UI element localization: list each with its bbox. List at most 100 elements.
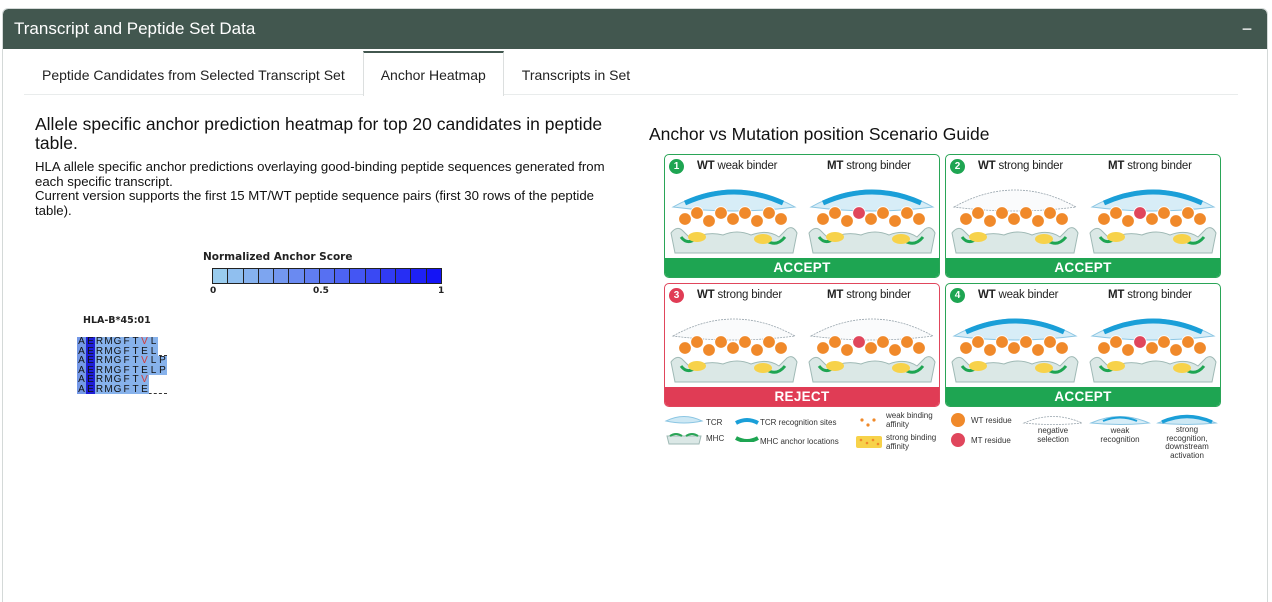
weak-recognition-icon <box>1089 416 1151 425</box>
heatmap-cell: R <box>95 384 104 394</box>
scale-swatch <box>319 269 336 283</box>
heatmap-cell: M <box>104 346 113 356</box>
legend-mhc-anchor: MHC anchor locations <box>760 437 839 446</box>
affinity-icon <box>856 418 882 448</box>
heatmap-cell: A <box>77 346 86 356</box>
card-title: Transcript and Peptide Set Data <box>14 19 256 38</box>
scenario-guide: 1 WT weak binder MT strong binder ACCEPT… <box>664 154 1222 466</box>
heatmap-row: AERMGFTE <box>77 384 167 394</box>
heatmap-cell: R <box>95 346 104 356</box>
scale-swatch <box>411 269 427 283</box>
heatmap-cell: E <box>140 365 149 375</box>
scenario-number: 3 <box>669 288 684 303</box>
accept-banner: ACCEPT <box>665 258 939 277</box>
heatmap-cell: T <box>131 337 140 347</box>
heatmap-cell: A <box>77 384 86 394</box>
heatmap-cell: L <box>149 356 158 366</box>
anchor-heatmap: AERMGFTVLAERMGFTELAERMGFTVLPAERMGFTELPAE… <box>73 337 167 394</box>
wt-label: WT strong binder <box>978 160 1064 172</box>
mt-label: MT strong binder <box>827 160 911 172</box>
heatmap-cell: A <box>77 375 86 385</box>
scenario-number: 1 <box>669 159 684 174</box>
heatmap-cell: F <box>122 346 131 356</box>
scale-swatch <box>365 269 381 283</box>
heatmap-cell: E <box>140 384 149 394</box>
wt-label: WT weak binder <box>978 289 1059 301</box>
heatmap-cell: G <box>113 356 122 366</box>
heatmap-cell: G <box>113 375 122 385</box>
accept-banner: ACCEPT <box>946 258 1220 277</box>
legend-wt-residue: WT residue <box>971 416 1012 425</box>
heatmap-cell: G <box>113 346 122 356</box>
mt-binding-scene <box>1089 189 1217 254</box>
allele-label: HLA-B*45:01 <box>83 315 151 326</box>
scale-swatch <box>258 269 275 283</box>
scale-swatch <box>380 269 397 283</box>
heatmap-cell: T <box>131 346 140 356</box>
heatmap-row: AERMGFTELP <box>77 365 167 375</box>
legend-tick-max: 1 <box>438 286 445 296</box>
heatmap-cell: A <box>77 356 86 366</box>
scenario-panel-2: 2 WT strong binder MT strong binder ACCE… <box>945 154 1221 278</box>
heatmap-cell: T <box>131 365 140 375</box>
heatmap-cell: E <box>86 346 95 356</box>
heatmap-cell: E <box>86 337 95 347</box>
heatmap-desc-2: Current version supports the first 15 MT… <box>35 188 595 218</box>
accept-banner: ACCEPT <box>946 387 1220 406</box>
heatmap-cell: P <box>158 365 167 375</box>
heatmap-cell: G <box>113 384 122 394</box>
legend-tcr-sites: TCR recognition sites <box>760 418 837 427</box>
guide-title: Anchor vs Mutation position Scenario Gui… <box>649 124 990 144</box>
heatmap-cell: T <box>131 384 140 394</box>
heatmap-cell: P <box>158 356 167 366</box>
scale-swatch <box>304 269 320 283</box>
heatmap-cell: F <box>122 356 131 366</box>
legend-strong-recognition: strong recognition, downstream activatio… <box>1165 425 1209 460</box>
residue-icon <box>951 413 965 447</box>
heatmap-cell: G <box>113 365 122 375</box>
heatmap-cell: F <box>122 384 131 394</box>
heatmap-row: AERMGFTVL <box>77 337 167 347</box>
scale-swatch <box>289 269 305 283</box>
scale-swatch <box>350 269 366 283</box>
scenario-panel-4: 4 WT weak binder MT strong binder ACCEPT <box>945 283 1221 407</box>
scenario-number: 2 <box>950 159 965 174</box>
wt-label: WT strong binder <box>697 289 783 301</box>
scale-swatch <box>243 269 259 283</box>
legend-tick-min: 0 <box>210 286 217 296</box>
heatmap-cell: V <box>140 375 149 385</box>
legend-strong-affinity: strong binding affinity <box>886 433 937 451</box>
heatmap-cell: E <box>86 356 95 366</box>
tab-transcripts-in-set[interactable]: Transcripts in Set <box>504 51 648 95</box>
heatmap-cell: M <box>104 365 113 375</box>
heatmap-cell: L <box>149 337 158 347</box>
heatmap-cell: M <box>104 384 113 394</box>
scale-swatch <box>228 269 244 283</box>
heatmap-cell: E <box>86 375 95 385</box>
collapse-icon[interactable]: − <box>1239 20 1255 38</box>
wt-binding-scene <box>670 318 798 383</box>
mt-binding-scene <box>1089 318 1217 383</box>
tab-peptide-candidates[interactable]: Peptide Candidates from Selected Transcr… <box>24 51 363 95</box>
heatmap-row: AERMGFTV <box>77 375 167 385</box>
heatmap-cell: L <box>149 346 158 356</box>
heatmap-cell: M <box>104 337 113 347</box>
heatmap-row: AERMGFTVLP <box>77 356 167 366</box>
wt-binding-scene <box>951 318 1079 383</box>
heatmap-cell: V <box>140 356 149 366</box>
mt-label: MT strong binder <box>1108 289 1192 301</box>
heatmap-cell: T <box>131 356 140 366</box>
legend-mhc: MHC <box>706 434 725 443</box>
heatmap-cell: M <box>104 356 113 366</box>
scale-swatch <box>274 269 290 283</box>
heatmap-cell: L <box>149 365 158 375</box>
legend-mt-residue: MT residue <box>971 436 1011 445</box>
mt-label: MT strong binder <box>827 289 911 301</box>
mt-label: MT strong binder <box>1108 160 1192 172</box>
heatmap-cell: R <box>95 337 104 347</box>
heatmap-cell: E <box>86 365 95 375</box>
legend-tcr: TCR <box>706 418 723 427</box>
heatmap-cell: T <box>131 375 140 385</box>
tab-anchor-heatmap[interactable]: Anchor Heatmap <box>362 51 504 96</box>
mt-binding-scene <box>808 189 936 254</box>
